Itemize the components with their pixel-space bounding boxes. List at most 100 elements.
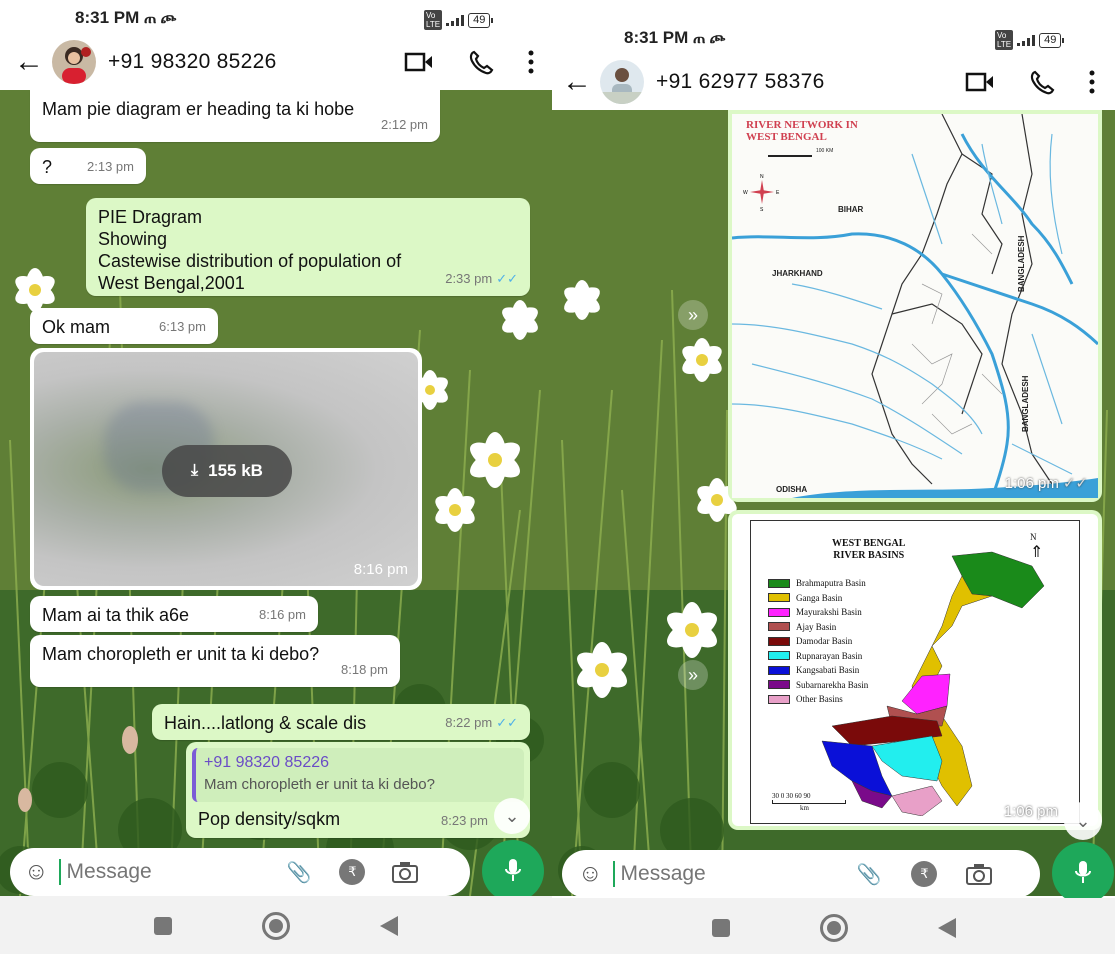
message-input-bar: ☺ 📎 ₹ [10,848,470,896]
status-carrier: ጠ ጮ [692,30,726,47]
status-bar: 8:31 PM ጠ ጮ Vo LTE 49 [552,26,1115,56]
system-nav-bar [552,898,1115,954]
message-input[interactable] [66,860,267,884]
video-call-icon[interactable] [965,71,995,93]
battery-icon: 49 [468,12,494,28]
voice-call-icon[interactable] [1029,69,1055,95]
payment-icon[interactable]: ₹ [911,861,938,887]
more-options-icon[interactable] [528,50,534,74]
map-title: WEST BENGAL [746,131,827,143]
blurred-image-preview: ⤓ 155 kB 8:16 pm [34,352,418,586]
image-message[interactable]: ⤓ 155 kB 8:16 pm [30,348,422,590]
attach-icon[interactable]: 📎 [287,860,312,885]
legend-swatch [768,680,790,690]
map-label: BANGLADESH [1017,235,1026,292]
scroll-down-icon[interactable]: ⌄ [1064,802,1102,840]
read-ticks-icon: ✓✓ [496,271,518,286]
back-arrow-icon[interactable]: ← [14,47,44,77]
download-size: 155 kB [208,461,263,480]
right-phone-screen: 8:31 PM ጠ ጮ VoLTE 49 ← +91 62977 58376 [552,0,1115,954]
read-ticks-icon: ✓✓ [1062,475,1088,492]
svg-text:W: W [743,190,748,196]
message-time: 8:18 pm [341,662,388,677]
message-input[interactable] [620,862,831,886]
emoji-icon[interactable]: ☺ [24,858,49,886]
chat-header: ← +91 98320 85226 [0,34,552,90]
message-outgoing[interactable]: PIE Dragram Showing Castewise distributi… [86,198,530,296]
scroll-down-icon[interactable]: ⌄ [494,798,530,834]
map-label: BIHAR [838,205,864,214]
back-arrow-icon[interactable]: ← [562,67,592,97]
message-text: Mam pie diagram er heading ta ki hobe [42,99,355,119]
river-network-map: RIVER NETWORK IN WEST BENGAL 100 KM NSW E [731,113,1100,499]
message-incoming[interactable]: Mam pie diagram er heading ta ki hobe 2:… [30,90,440,142]
message-text: Ok mam [42,317,111,337]
camera-icon[interactable] [965,862,993,886]
legend-swatch [768,636,790,646]
forward-icon[interactable]: » [678,660,708,690]
svg-text:N: N [760,174,764,180]
message-text: Hain....latlong & scale dis [164,713,367,733]
attach-icon[interactable]: 📎 [857,862,882,887]
message-outgoing-reply[interactable]: +91 98320 85226 Mam choropleth er unit t… [186,742,530,838]
message-incoming[interactable]: Ok mam 6:13 pm [30,308,218,344]
quoted-author: +91 98320 85226 [204,754,330,771]
message-time: 8:22 pm ✓✓ [445,715,518,730]
message-outgoing[interactable]: Hain....latlong & scale dis 8:22 pm ✓✓ [152,704,530,740]
message-incoming[interactable]: ? 2:13 pm [30,148,146,184]
message-time: 1:06 pm ✓✓ [1004,475,1088,492]
message-time: 8:23 pm [441,813,488,828]
back-button[interactable] [380,916,398,936]
back-button[interactable] [937,918,956,938]
contact-name[interactable]: +91 62977 58376 [656,70,825,94]
image-message-river-network[interactable]: RIVER NETWORK IN WEST BENGAL 100 KM NSWE [728,110,1102,502]
status-time: 8:31 PM ጠ ጮ [624,28,726,47]
more-options-icon[interactable] [1089,70,1095,94]
video-call-icon[interactable] [404,51,434,73]
message-time: 2:33 pm ✓✓ [445,271,518,286]
contact-name[interactable]: +91 98320 85226 [108,50,277,74]
map-title: RIVER NETWORK IN [746,119,858,131]
quoted-text: Mam choropleth er unit ta ki debo? [204,776,435,793]
system-nav-bar [0,896,552,954]
message-time: 1:06 pm [1003,803,1058,820]
mic-button[interactable] [1052,842,1114,904]
emoji-icon[interactable]: ☺ [578,860,603,888]
quoted-message[interactable]: +91 98320 85226 Mam choropleth er unit t… [192,748,524,802]
recents-button[interactable] [154,917,172,935]
message-incoming[interactable]: Mam choropleth er unit ta ki debo? 8:18 … [30,635,400,687]
forward-icon[interactable]: » [678,300,708,330]
mic-button[interactable] [482,840,544,902]
chat-area: » » RIVER NETWORK IN WEST BENGAL 100 KM … [552,110,1115,896]
read-ticks-icon: ✓✓ [496,715,518,730]
map-label: ODISHA [776,485,807,494]
mic-icon [505,859,521,881]
signal-icon [1017,34,1036,46]
map-scale-bar: 30 0 30 60 90 km [772,792,846,812]
basin-map-shapes [821,551,1045,816]
message-incoming[interactable]: Mam ai ta thik a6e 8:16 pm [30,596,318,632]
image-message-river-basins[interactable]: WEST BENGAL RIVER BASINS N ⇑ Brahmaputra … [728,510,1102,830]
home-button[interactable] [262,912,290,940]
message-line: Showing [98,229,168,249]
voice-call-icon[interactable] [468,49,494,75]
map-label: BANGLADESH [1021,375,1030,432]
avatar[interactable] [600,60,644,104]
battery-icon: 49 [1039,32,1065,48]
map-label: JHARKHAND [772,269,823,278]
message-text: Mam ai ta thik a6e [42,605,190,625]
payment-icon[interactable]: ₹ [339,859,366,885]
home-button[interactable] [819,914,848,942]
legend-swatch [768,665,790,675]
status-icons: Vo LTE 49 [995,30,1065,50]
message-input-bar: ☺ 📎 ₹ [562,850,1040,898]
message-time: 6:13 pm [159,319,206,334]
download-button[interactable]: ⤓ 155 kB [162,445,292,497]
status-icons: Vo LTE 49 [424,10,494,30]
signal-icon [446,14,465,26]
camera-icon[interactable] [391,860,419,884]
recents-button[interactable] [711,919,730,937]
legend-swatch [768,593,790,603]
status-bar: 8:31 PM ጠ ጮ Vo LTE 49 [0,4,552,34]
avatar[interactable] [52,40,96,84]
